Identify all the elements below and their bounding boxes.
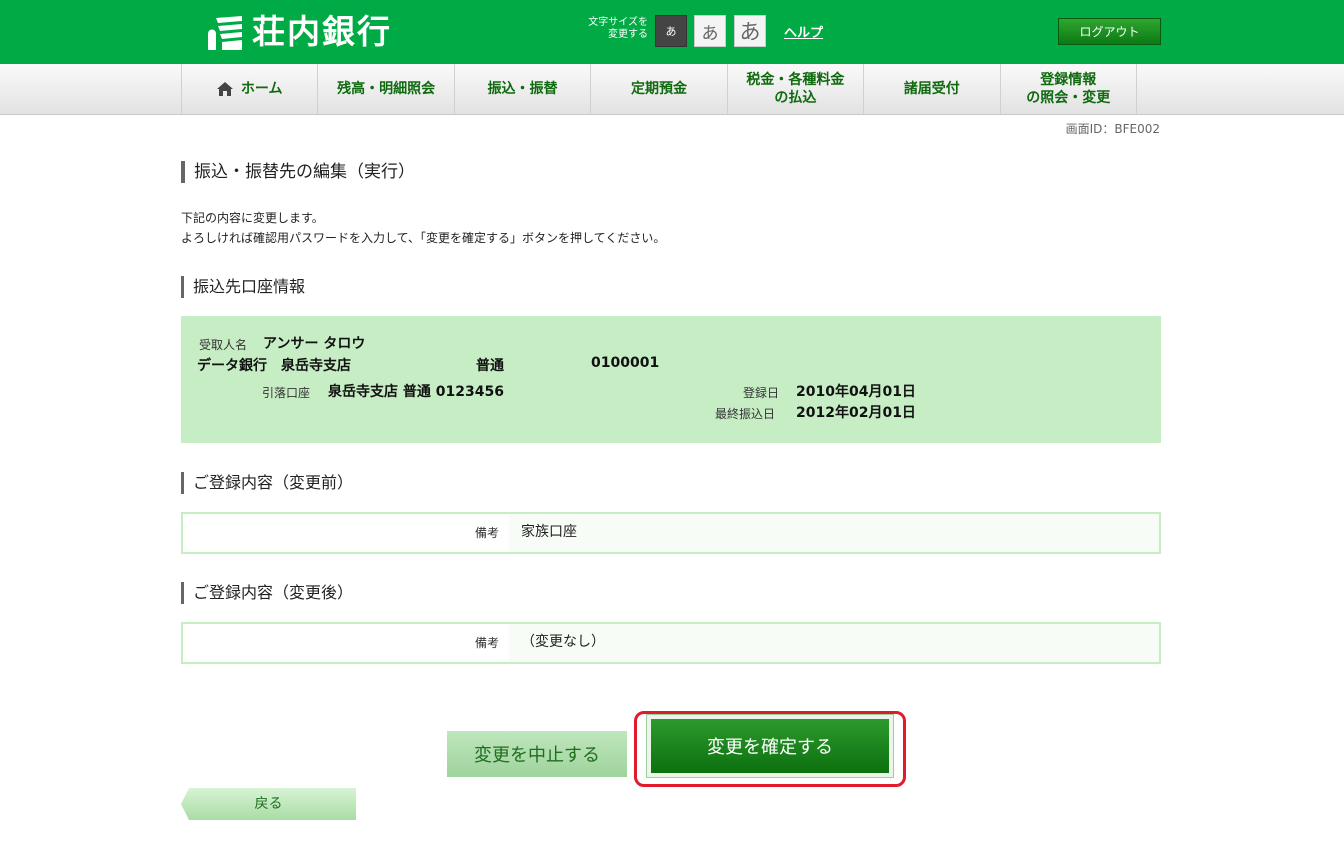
last-transfer-date: 2012年02月01日 <box>796 405 916 421</box>
nav-home-label: ホーム <box>240 81 283 97</box>
registered-date-label: 登録日 <box>743 386 780 400</box>
account-number: 0100001 <box>591 355 660 371</box>
font-size-medium-button[interactable]: あ <box>694 15 726 47</box>
main-nav: ホーム 残高・明細照会 振込・振替 定期預金 税金・各種料金 の払込 諸届受付 登… <box>0 64 1344 115</box>
font-size-label: 文字サイズを 変更する <box>588 17 648 40</box>
back-label: 戻る <box>254 796 283 812</box>
recipient-name: アンサー タロウ <box>263 336 366 352</box>
help-link[interactable]: ヘルプ <box>784 22 823 41</box>
intro-line1: 下記の内容に変更します。 <box>181 211 324 225</box>
bank-name: 荘内銀行 <box>252 12 392 51</box>
bank-logo[interactable]: 荘内銀行 <box>206 12 392 52</box>
nav-notifications[interactable]: 諸届受付 <box>864 64 1001 114</box>
nav-tax-line1: 税金・各種料金 <box>746 72 845 88</box>
nav-registration[interactable]: 登録情報の照会・変更 <box>1001 64 1137 114</box>
recipient-label: 受取人名 <box>199 338 248 352</box>
after-note-value: （変更なし） <box>521 634 605 650</box>
after-section-title: ご登録内容（変更後） <box>181 582 353 604</box>
after-note-label: 備考 <box>183 624 509 662</box>
font-size-large-button[interactable]: あ <box>734 15 766 47</box>
back-button[interactable]: 戻る <box>181 788 356 820</box>
registered-date: 2010年04月01日 <box>796 384 916 400</box>
nav-balance[interactable]: 残高・明細照会 <box>318 64 455 114</box>
before-note-row: 備考 家族口座 <box>181 512 1161 554</box>
font-size-small-button[interactable]: あ <box>655 15 687 47</box>
debit-label: 引落口座 <box>262 386 311 400</box>
before-note-label: 備考 <box>183 514 509 552</box>
header-bar: 荘内銀行 文字サイズを 変更する あ あ あ ヘルプ ログアウト <box>0 0 1344 64</box>
debit-account: 泉岳寺支店 普通 0123456 <box>328 384 504 400</box>
after-note-row: 備考 （変更なし） <box>181 622 1161 664</box>
nav-registration-line2: の照会・変更 <box>1026 90 1111 106</box>
nav-deposit[interactable]: 定期預金 <box>591 64 728 114</box>
last-transfer-label: 最終振込日 <box>715 407 776 421</box>
nav-tax[interactable]: 税金・各種料金 の払込 <box>728 64 865 114</box>
bank-logo-icon <box>206 12 244 52</box>
screen-id: 画面ID：BFE002 <box>1065 122 1160 136</box>
nav-transfer[interactable]: 振込・振替 <box>455 64 592 114</box>
cancel-change-button[interactable]: 変更を中止する <box>447 731 627 777</box>
home-icon <box>216 82 233 96</box>
before-note-value: 家族口座 <box>521 524 577 540</box>
confirm-change-label: 変更を確定する <box>651 719 889 773</box>
logout-button[interactable]: ログアウト <box>1058 18 1161 45</box>
before-section-title: ご登録内容（変更前） <box>181 472 353 494</box>
nav-registration-line1: 登録情報 <box>1040 72 1097 88</box>
intro-text: 下記の内容に変更します。 よろしければ確認用パスワードを入力して、「変更を確定す… <box>181 208 665 248</box>
page-title: 振込・振替先の編集（実行） <box>181 161 415 183</box>
confirm-change-button[interactable]: 変更を確定する <box>646 714 894 778</box>
intro-line2: よろしければ確認用パスワードを入力して、「変更を確定する」ボタンを押してください… <box>181 231 666 245</box>
account-info-panel: 受取人名 アンサー タロウ データ銀行 泉岳寺支店 普通 0100001 引落口… <box>181 316 1161 443</box>
account-type: 普通 <box>476 358 504 374</box>
account-section-title: 振込先口座情報 <box>181 276 305 298</box>
nav-home[interactable]: ホーム <box>182 64 319 114</box>
bank-branch: データ銀行 泉岳寺支店 <box>197 358 351 374</box>
nav-tax-line2: の払込 <box>774 90 817 106</box>
